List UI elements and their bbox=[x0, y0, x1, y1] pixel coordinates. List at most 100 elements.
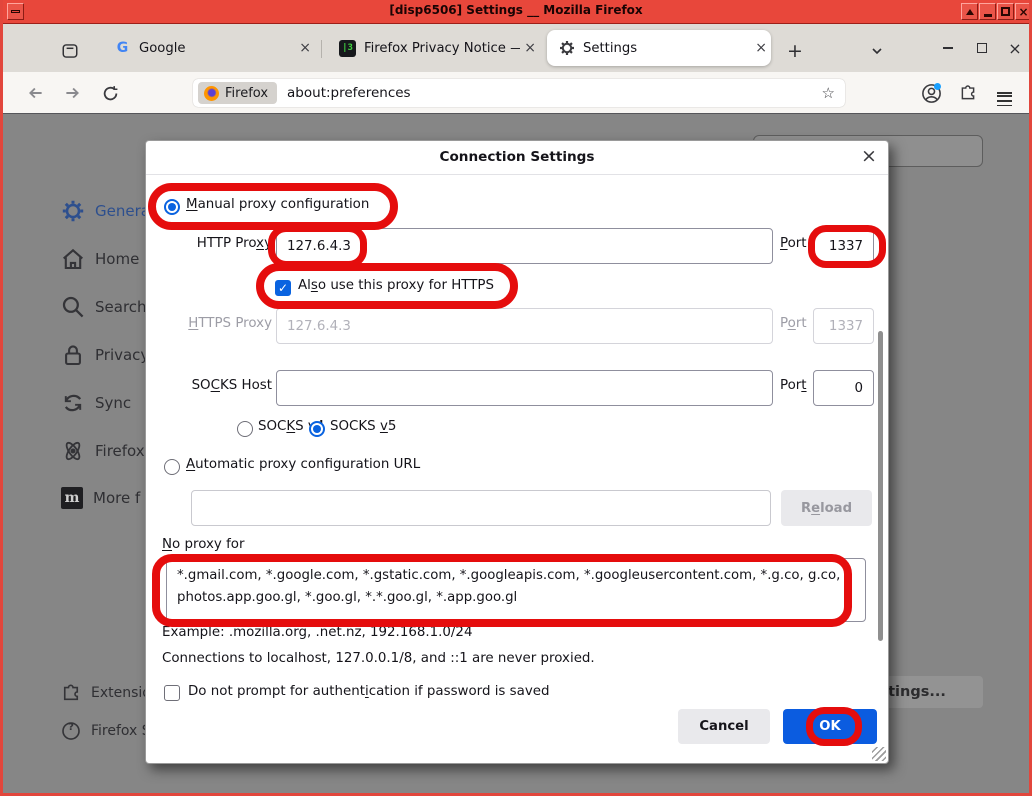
window-close-icon: × bbox=[1008, 39, 1021, 58]
socks-v5-label[interactable]: SOCKS v5 bbox=[330, 419, 396, 434]
mozilla-icon: m bbox=[61, 487, 83, 509]
sidebar-item-search: Search bbox=[61, 295, 147, 319]
reload-button[interactable] bbox=[97, 80, 123, 106]
tab-close-icon[interactable]: × bbox=[295, 40, 315, 56]
no-auth-prompt-checkbox[interactable] bbox=[164, 685, 180, 701]
use-proxy-for-https-checkbox[interactable]: ✓ bbox=[275, 280, 291, 296]
new-tab-button[interactable]: + bbox=[781, 37, 809, 65]
window-iconify-button[interactable] bbox=[979, 3, 996, 20]
puzzle-icon bbox=[61, 683, 81, 703]
back-icon bbox=[27, 84, 45, 102]
socks-v4-radio[interactable] bbox=[237, 421, 253, 437]
sidebar-item-label: Firefox bbox=[95, 442, 145, 460]
dialog-resize-grip[interactable] bbox=[872, 747, 886, 761]
auto-proxy-radio[interactable] bbox=[164, 459, 180, 475]
firefox-view-button[interactable] bbox=[58, 39, 82, 63]
account-button[interactable] bbox=[918, 80, 944, 106]
sidebar-item-label: Privacy bbox=[95, 346, 149, 364]
sidebar-footer-extensions: Extensio bbox=[61, 683, 151, 703]
https-port-label: Port bbox=[780, 316, 807, 331]
sidebar-item-label: Home bbox=[95, 250, 139, 268]
hamburger-menu-icon bbox=[997, 92, 1012, 94]
bookmark-star-icon[interactable]: ☆ bbox=[822, 84, 835, 102]
tab-close-icon[interactable]: × bbox=[751, 40, 771, 56]
connection-settings-dialog: Connection Settings × Manual proxy confi… bbox=[145, 140, 889, 764]
tab-close-icon[interactable]: × bbox=[520, 40, 540, 56]
cancel-button[interactable]: Cancel bbox=[678, 709, 770, 744]
https-proxy-label: HTTPS Proxy bbox=[146, 316, 272, 331]
manual-proxy-radio[interactable] bbox=[164, 199, 180, 215]
ok-button[interactable]: OK bbox=[783, 709, 877, 744]
tab-settings[interactable]: Settings × bbox=[547, 30, 771, 66]
container-chip: Firefox bbox=[198, 82, 277, 104]
sidebar-item-general: Genera bbox=[61, 199, 150, 223]
sidebar-footer-label: Firefox S bbox=[91, 723, 151, 739]
window-close-button[interactable]: × bbox=[1002, 35, 1028, 61]
extensions-icon bbox=[959, 84, 977, 102]
gear-icon bbox=[61, 199, 85, 223]
sidebar-item-label: Sync bbox=[95, 394, 131, 412]
google-favicon: G bbox=[114, 40, 131, 57]
back-button[interactable] bbox=[23, 80, 49, 106]
forward-icon bbox=[63, 84, 81, 102]
forward-button[interactable] bbox=[59, 80, 85, 106]
tab-privacy-notice[interactable]: |3 Firefox Privacy Notice — M × bbox=[328, 30, 540, 66]
iconify-icon bbox=[984, 14, 992, 17]
dialog-close-button[interactable]: × bbox=[858, 145, 880, 167]
window-maximize-button[interactable] bbox=[969, 35, 995, 61]
firefox-logo-icon bbox=[204, 86, 219, 101]
window-title: [disp6506] Settings __ Mozilla Firefox bbox=[3, 3, 1029, 17]
checkmark-icon: ✓ bbox=[278, 281, 288, 295]
sidebar-item-label: Search bbox=[95, 298, 147, 316]
flask-icon bbox=[61, 439, 85, 463]
dialog-close-icon: × bbox=[861, 145, 877, 167]
tab-label: Firefox Privacy Notice — M bbox=[364, 41, 520, 56]
socks-host-input[interactable] bbox=[276, 370, 773, 406]
https-proxy-input: 127.6.4.3 bbox=[276, 308, 773, 344]
sidebar-footer-support: ? Firefox S bbox=[61, 721, 151, 741]
sidebar-item-label: More f bbox=[93, 489, 140, 507]
window-maximize-icon bbox=[977, 43, 987, 53]
tab-list-button[interactable] bbox=[863, 37, 891, 65]
sidebar-item-label: Genera bbox=[95, 202, 150, 220]
localhost-note-text: Connections to localhost, 127.0.0.1/8, a… bbox=[162, 651, 595, 666]
window-close-button-wm[interactable]: × bbox=[1015, 3, 1032, 20]
tab-google[interactable]: G Google × bbox=[103, 30, 315, 66]
sidebar-item-privacy: Privacy bbox=[61, 343, 149, 367]
tab-separator bbox=[321, 40, 322, 58]
tab-bar: G Google × |3 Firefox Privacy Notice — M… bbox=[3, 24, 1029, 72]
no-proxy-for-textarea[interactable]: *.gmail.com, *.google.com, *.gstatic.com… bbox=[166, 558, 866, 622]
manual-proxy-label[interactable]: Manual proxy configuration bbox=[186, 197, 369, 212]
extensions-button[interactable] bbox=[955, 80, 981, 106]
window-maximize-button-wm[interactable] bbox=[997, 3, 1014, 20]
use-proxy-for-https-label[interactable]: Also use this proxy for HTTPS bbox=[298, 278, 494, 293]
no-proxy-for-label: No proxy for bbox=[162, 537, 245, 552]
sidebar-footer-label: Extensio bbox=[91, 685, 151, 701]
http-proxy-input[interactable]: 127.6.4.3 bbox=[276, 228, 773, 264]
socks-host-label: SOCKS Host bbox=[146, 378, 272, 393]
sidebar-item-firefox-labs: Firefox bbox=[61, 439, 145, 463]
https-port-input: 1337 bbox=[813, 308, 874, 344]
close-icon: × bbox=[1018, 6, 1028, 18]
http-port-input[interactable]: 1337 bbox=[813, 228, 874, 264]
privacy-notice-favicon: |3 bbox=[339, 40, 356, 57]
url-bar[interactable]: Firefox about:preferences ☆ bbox=[193, 79, 845, 107]
lock-icon bbox=[61, 343, 85, 367]
gear-icon bbox=[558, 40, 575, 57]
sidebar-item-more-from-mozilla: m More f bbox=[61, 487, 140, 509]
example-text: Example: .mozilla.org, .net.nz, 192.168.… bbox=[162, 625, 472, 640]
question-icon: ? bbox=[61, 721, 81, 741]
window-minimize-button[interactable] bbox=[935, 35, 961, 61]
dialog-scrollbar-thumb[interactable] bbox=[878, 331, 883, 641]
auto-proxy-label[interactable]: Automatic proxy configuration URL bbox=[186, 457, 420, 472]
menu-button[interactable] bbox=[991, 80, 1017, 106]
firefox-window: [disp6506] Settings __ Mozilla Firefox ×… bbox=[0, 0, 1032, 796]
socks-v5-radio[interactable] bbox=[309, 421, 325, 437]
search-icon bbox=[61, 295, 85, 319]
no-auth-prompt-label[interactable]: Do not prompt for authentication if pass… bbox=[188, 684, 550, 699]
socks-port-input[interactable]: 0 bbox=[813, 370, 874, 406]
http-port-label: Port bbox=[780, 236, 807, 251]
dialog-title: Connection Settings bbox=[146, 149, 888, 165]
home-icon bbox=[61, 247, 85, 271]
window-shade-button[interactable] bbox=[961, 3, 978, 20]
